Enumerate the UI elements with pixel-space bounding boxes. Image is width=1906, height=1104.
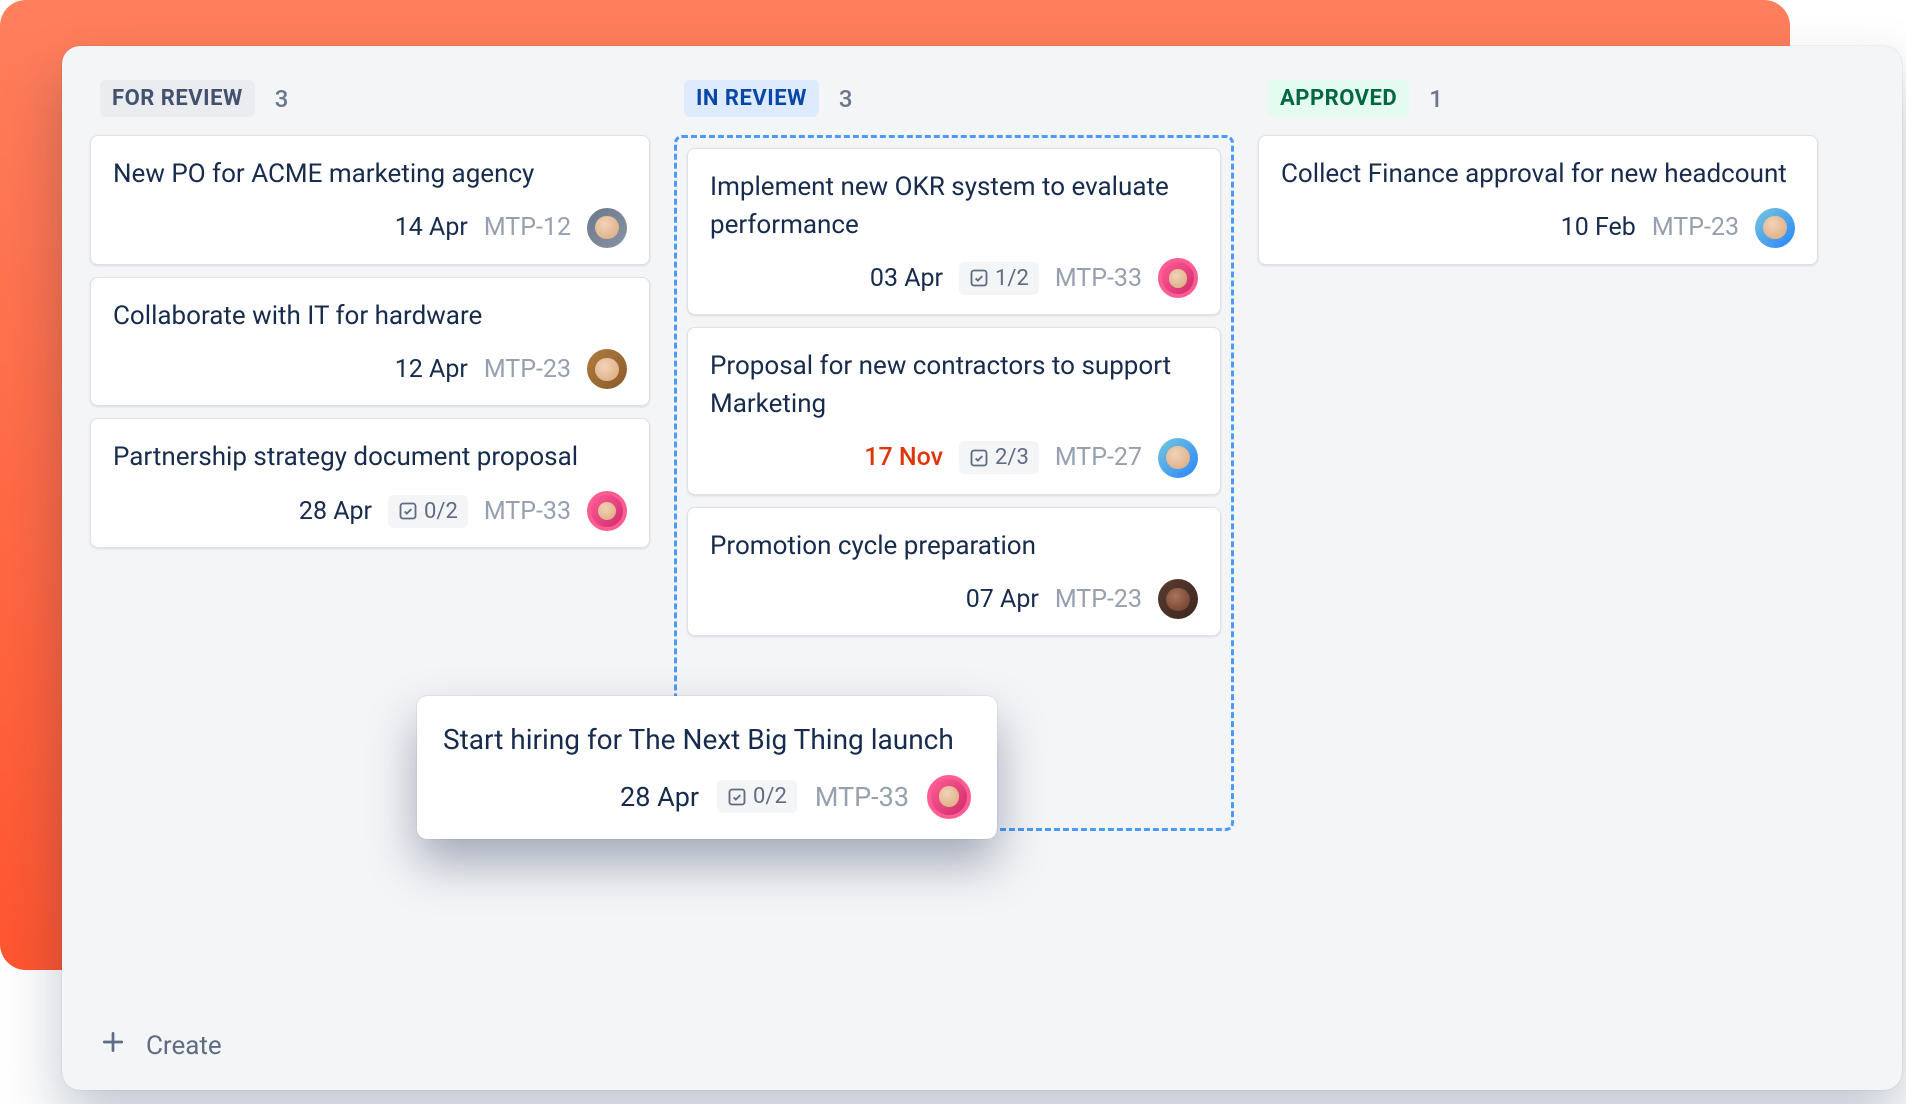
assignee-avatar[interactable] bbox=[1158, 579, 1198, 619]
card-list: New PO for ACME marketing agency 14 Apr … bbox=[90, 135, 650, 548]
assignee-avatar[interactable] bbox=[1158, 258, 1198, 298]
assignee-avatar[interactable] bbox=[1755, 208, 1795, 248]
checklist-count: 0/2 bbox=[424, 499, 458, 524]
column-count: 3 bbox=[275, 85, 289, 113]
assignee-avatar[interactable] bbox=[1158, 438, 1198, 478]
due-date: 07 Apr bbox=[966, 585, 1039, 614]
checklist-badge: 1/2 bbox=[959, 262, 1039, 295]
kanban-card[interactable]: Proposal for new contractors to support … bbox=[687, 327, 1221, 494]
kanban-board: FOR REVIEW 3 New PO for ACME marketing a… bbox=[62, 46, 1902, 1090]
column-in-review: IN REVIEW 3 Implement new OKR system to … bbox=[674, 74, 1234, 1070]
column-header[interactable]: APPROVED 1 bbox=[1258, 74, 1818, 135]
checklist-icon bbox=[727, 787, 747, 807]
card-title: Partnership strategy document proposal bbox=[113, 439, 627, 477]
assignee-avatar[interactable] bbox=[587, 491, 627, 531]
plus-icon bbox=[100, 1029, 126, 1062]
checklist-icon bbox=[969, 448, 989, 468]
ticket-key: MTP-33 bbox=[815, 781, 909, 813]
due-date: 03 Apr bbox=[870, 264, 943, 293]
checklist-icon bbox=[398, 501, 418, 521]
assignee-avatar[interactable] bbox=[927, 775, 971, 819]
due-date: 28 Apr bbox=[299, 497, 372, 526]
ticket-key: MTP-23 bbox=[1652, 213, 1739, 242]
kanban-card[interactable]: Partnership strategy document proposal 2… bbox=[90, 418, 650, 548]
due-date: 12 Apr bbox=[395, 355, 468, 384]
create-button[interactable]: Create bbox=[90, 1023, 232, 1068]
kanban-card[interactable]: New PO for ACME marketing agency 14 Apr … bbox=[90, 135, 650, 265]
column-count: 1 bbox=[1429, 85, 1443, 113]
column-count: 3 bbox=[839, 85, 853, 113]
due-date: 17 Nov bbox=[864, 443, 943, 472]
card-list: Collect Finance approval for new headcou… bbox=[1258, 135, 1818, 265]
assignee-avatar[interactable] bbox=[587, 349, 627, 389]
assignee-avatar[interactable] bbox=[587, 208, 627, 248]
checklist-count: 1/2 bbox=[995, 266, 1029, 291]
card-title: Proposal for new contractors to support … bbox=[710, 348, 1198, 423]
due-date: 14 Apr bbox=[395, 213, 468, 242]
column-title-badge: APPROVED bbox=[1268, 80, 1409, 117]
column-header[interactable]: IN REVIEW 3 bbox=[674, 74, 1234, 135]
column-title-badge: IN REVIEW bbox=[684, 80, 819, 117]
card-title: Collaborate with IT for hardware bbox=[113, 298, 627, 336]
ticket-key: MTP-12 bbox=[484, 213, 571, 242]
due-date: 28 Apr bbox=[620, 781, 699, 813]
ticket-key: MTP-23 bbox=[1055, 585, 1142, 614]
ticket-key: MTP-27 bbox=[1055, 443, 1142, 472]
card-title: New PO for ACME marketing agency bbox=[113, 156, 627, 194]
checklist-badge: 0/2 bbox=[388, 495, 468, 528]
card-title: Implement new OKR system to evaluate per… bbox=[710, 169, 1198, 244]
column-title-badge: FOR REVIEW bbox=[100, 80, 255, 117]
checklist-icon bbox=[969, 268, 989, 288]
column-approved: APPROVED 1 Collect Finance approval for … bbox=[1258, 74, 1818, 1070]
ticket-key: MTP-23 bbox=[484, 355, 571, 384]
kanban-card[interactable]: Implement new OKR system to evaluate per… bbox=[687, 148, 1221, 315]
due-date: 10 Feb bbox=[1561, 213, 1636, 242]
kanban-card[interactable]: Collaborate with IT for hardware 12 Apr … bbox=[90, 277, 650, 407]
card-title: Start hiring for The Next Big Thing laun… bbox=[443, 720, 971, 761]
checklist-count: 0/2 bbox=[753, 784, 787, 809]
card-title: Promotion cycle preparation bbox=[710, 528, 1198, 566]
kanban-card[interactable]: Promotion cycle preparation 07 Apr MTP-2… bbox=[687, 507, 1221, 637]
checklist-badge: 0/2 bbox=[717, 780, 797, 813]
column-for-review: FOR REVIEW 3 New PO for ACME marketing a… bbox=[90, 74, 650, 1070]
checklist-badge: 2/3 bbox=[959, 441, 1039, 474]
checklist-count: 2/3 bbox=[995, 445, 1029, 470]
ticket-key: MTP-33 bbox=[484, 497, 571, 526]
dragging-card[interactable]: Start hiring for The Next Big Thing laun… bbox=[417, 696, 997, 839]
ticket-key: MTP-33 bbox=[1055, 264, 1142, 293]
create-label: Create bbox=[146, 1031, 222, 1061]
column-header[interactable]: FOR REVIEW 3 bbox=[90, 74, 650, 135]
card-title: Collect Finance approval for new headcou… bbox=[1281, 156, 1795, 194]
kanban-card[interactable]: Collect Finance approval for new headcou… bbox=[1258, 135, 1818, 265]
